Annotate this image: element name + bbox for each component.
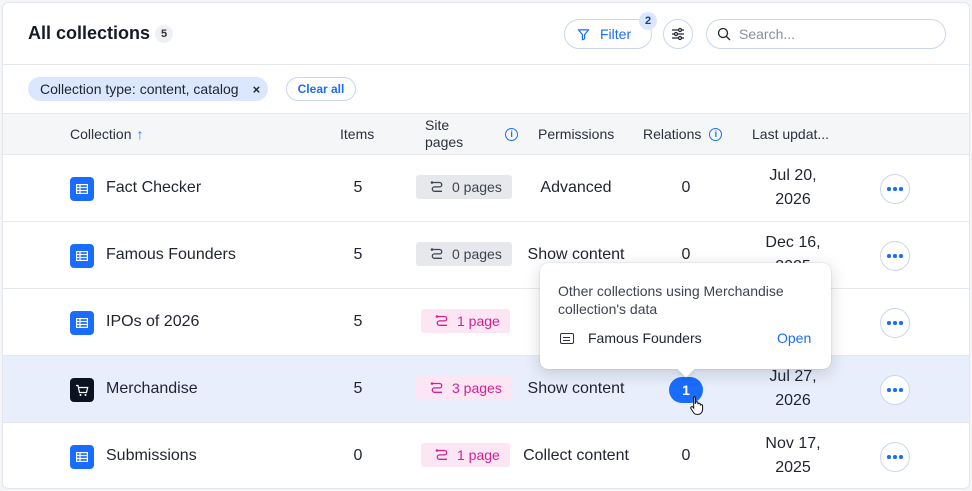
more-actions-button[interactable]: [880, 442, 910, 472]
table-icon: [70, 177, 94, 201]
collection-link-icon: [560, 333, 574, 344]
column-site-pages-line2: pages: [425, 134, 464, 150]
cart-icon: [70, 378, 94, 402]
column-last-updated[interactable]: Last updat...: [752, 114, 829, 154]
site-pages-tag[interactable]: 1 page: [421, 443, 510, 467]
last-updated-value: Jul 20, 2026: [748, 155, 838, 221]
column-permissions: Permissions: [538, 114, 614, 154]
column-relations-label: Relations: [643, 126, 702, 142]
search-input[interactable]: [739, 26, 929, 42]
info-icon[interactable]: i: [709, 127, 723, 141]
items-count: 5: [353, 313, 363, 330]
column-items: Items: [340, 114, 374, 154]
site-pages-label: 1 page: [457, 313, 500, 329]
close-icon[interactable]: ×: [253, 82, 261, 97]
page-title: All collections: [28, 23, 151, 43]
column-collection[interactable]: Collection ↑: [70, 114, 143, 154]
collection-name[interactable]: IPOs of 2026: [106, 289, 199, 355]
date-line1: Jul 20,: [769, 167, 817, 184]
column-collection-label: Collection: [70, 126, 132, 142]
hand-cursor-icon: [690, 396, 704, 415]
table-row[interactable]: Fact Checker 5 0 pages Advanced 0 Jul 20…: [3, 155, 969, 222]
site-pages-tag[interactable]: 0 pages: [416, 175, 512, 199]
date-line2: 2025: [775, 459, 811, 476]
collection-name[interactable]: Submissions: [106, 423, 197, 488]
last-updated-value: Nov 17, 2025: [748, 423, 838, 488]
relations-value: 0: [681, 179, 691, 196]
date-line2: 2026: [775, 191, 811, 208]
collections-panel: All collections 5 Filter 2 Collection ty…: [2, 2, 970, 489]
column-site-pages: Site pages i: [425, 114, 519, 154]
sliders-icon: [672, 27, 684, 41]
chip-value: content, catalog: [139, 81, 239, 97]
column-items-label: Items: [340, 126, 375, 142]
items-count: 5: [353, 380, 363, 397]
filter-label: Filter: [600, 26, 632, 42]
table-icon: [70, 445, 94, 469]
relations-value: 0: [681, 447, 691, 464]
site-pages-label: 3 pages: [452, 380, 502, 396]
date-line2: 2026: [775, 392, 811, 409]
collection-name[interactable]: Famous Founders: [106, 222, 236, 288]
column-site-pages-line1: Site: [425, 117, 450, 133]
table-row[interactable]: Submissions 0 1 page Collect content 0 N…: [3, 423, 969, 488]
route-icon: [430, 382, 443, 393]
collection-name[interactable]: Fact Checker: [106, 155, 201, 221]
more-actions-button[interactable]: [880, 308, 910, 338]
filter-chip-collection-type: Collection type: content, catalog ×: [28, 77, 269, 101]
table-settings-button[interactable]: [663, 19, 693, 49]
column-relations: Relations i: [643, 114, 723, 154]
column-last-updated-label: Last updat...: [752, 126, 830, 142]
collection-count-badge: 5: [155, 25, 173, 43]
column-site-pages-label: Site pages: [425, 117, 463, 151]
clear-all-button[interactable]: Clear all: [286, 77, 356, 101]
items-count: 5: [353, 179, 363, 196]
route-icon: [430, 248, 443, 259]
column-permissions-label: Permissions: [538, 126, 615, 142]
items-count: 5: [353, 246, 363, 263]
permissions-value: Advanced: [540, 179, 612, 196]
site-pages-tag[interactable]: 0 pages: [416, 242, 512, 266]
popover-description: Other collections using Merchandise coll…: [558, 283, 784, 317]
search-icon: [717, 27, 731, 41]
relations-popover: Other collections using Merchandise coll…: [540, 263, 831, 378]
route-icon: [435, 449, 448, 460]
sort-arrow-icon: ↑: [136, 126, 144, 142]
table-icon: [70, 244, 94, 268]
related-collection-name: Famous Founders: [588, 330, 702, 346]
open-related-collection-link[interactable]: Open: [777, 330, 811, 346]
search-box[interactable]: [706, 19, 946, 49]
date-line1: Nov 17,: [765, 435, 821, 452]
site-pages-label: 0 pages: [452, 179, 502, 195]
more-actions-button[interactable]: [880, 375, 910, 405]
chip-key: Collection type:: [40, 81, 136, 97]
funnel-icon: [577, 28, 590, 40]
table-header: Collection ↑ Items Site pages i Permissi…: [3, 113, 969, 155]
more-actions-button[interactable]: [880, 241, 910, 271]
filter-count-badge: 2: [639, 12, 657, 30]
route-icon: [435, 315, 448, 326]
collection-name[interactable]: Merchandise: [106, 356, 198, 422]
site-pages-label: 0 pages: [452, 246, 502, 262]
page-header: All collections 5 Filter 2: [3, 3, 969, 65]
table-icon: [70, 311, 94, 335]
route-icon: [430, 181, 443, 192]
permissions-value: Collect content: [523, 447, 629, 464]
site-pages-tag[interactable]: 1 page: [421, 309, 510, 333]
more-actions-button[interactable]: [880, 174, 910, 204]
site-pages-label: 1 page: [457, 447, 500, 463]
items-count: 0: [353, 447, 363, 464]
site-pages-tag[interactable]: 3 pages: [416, 376, 512, 400]
date-line1: Dec 16,: [765, 234, 821, 251]
info-icon[interactable]: i: [505, 127, 519, 141]
